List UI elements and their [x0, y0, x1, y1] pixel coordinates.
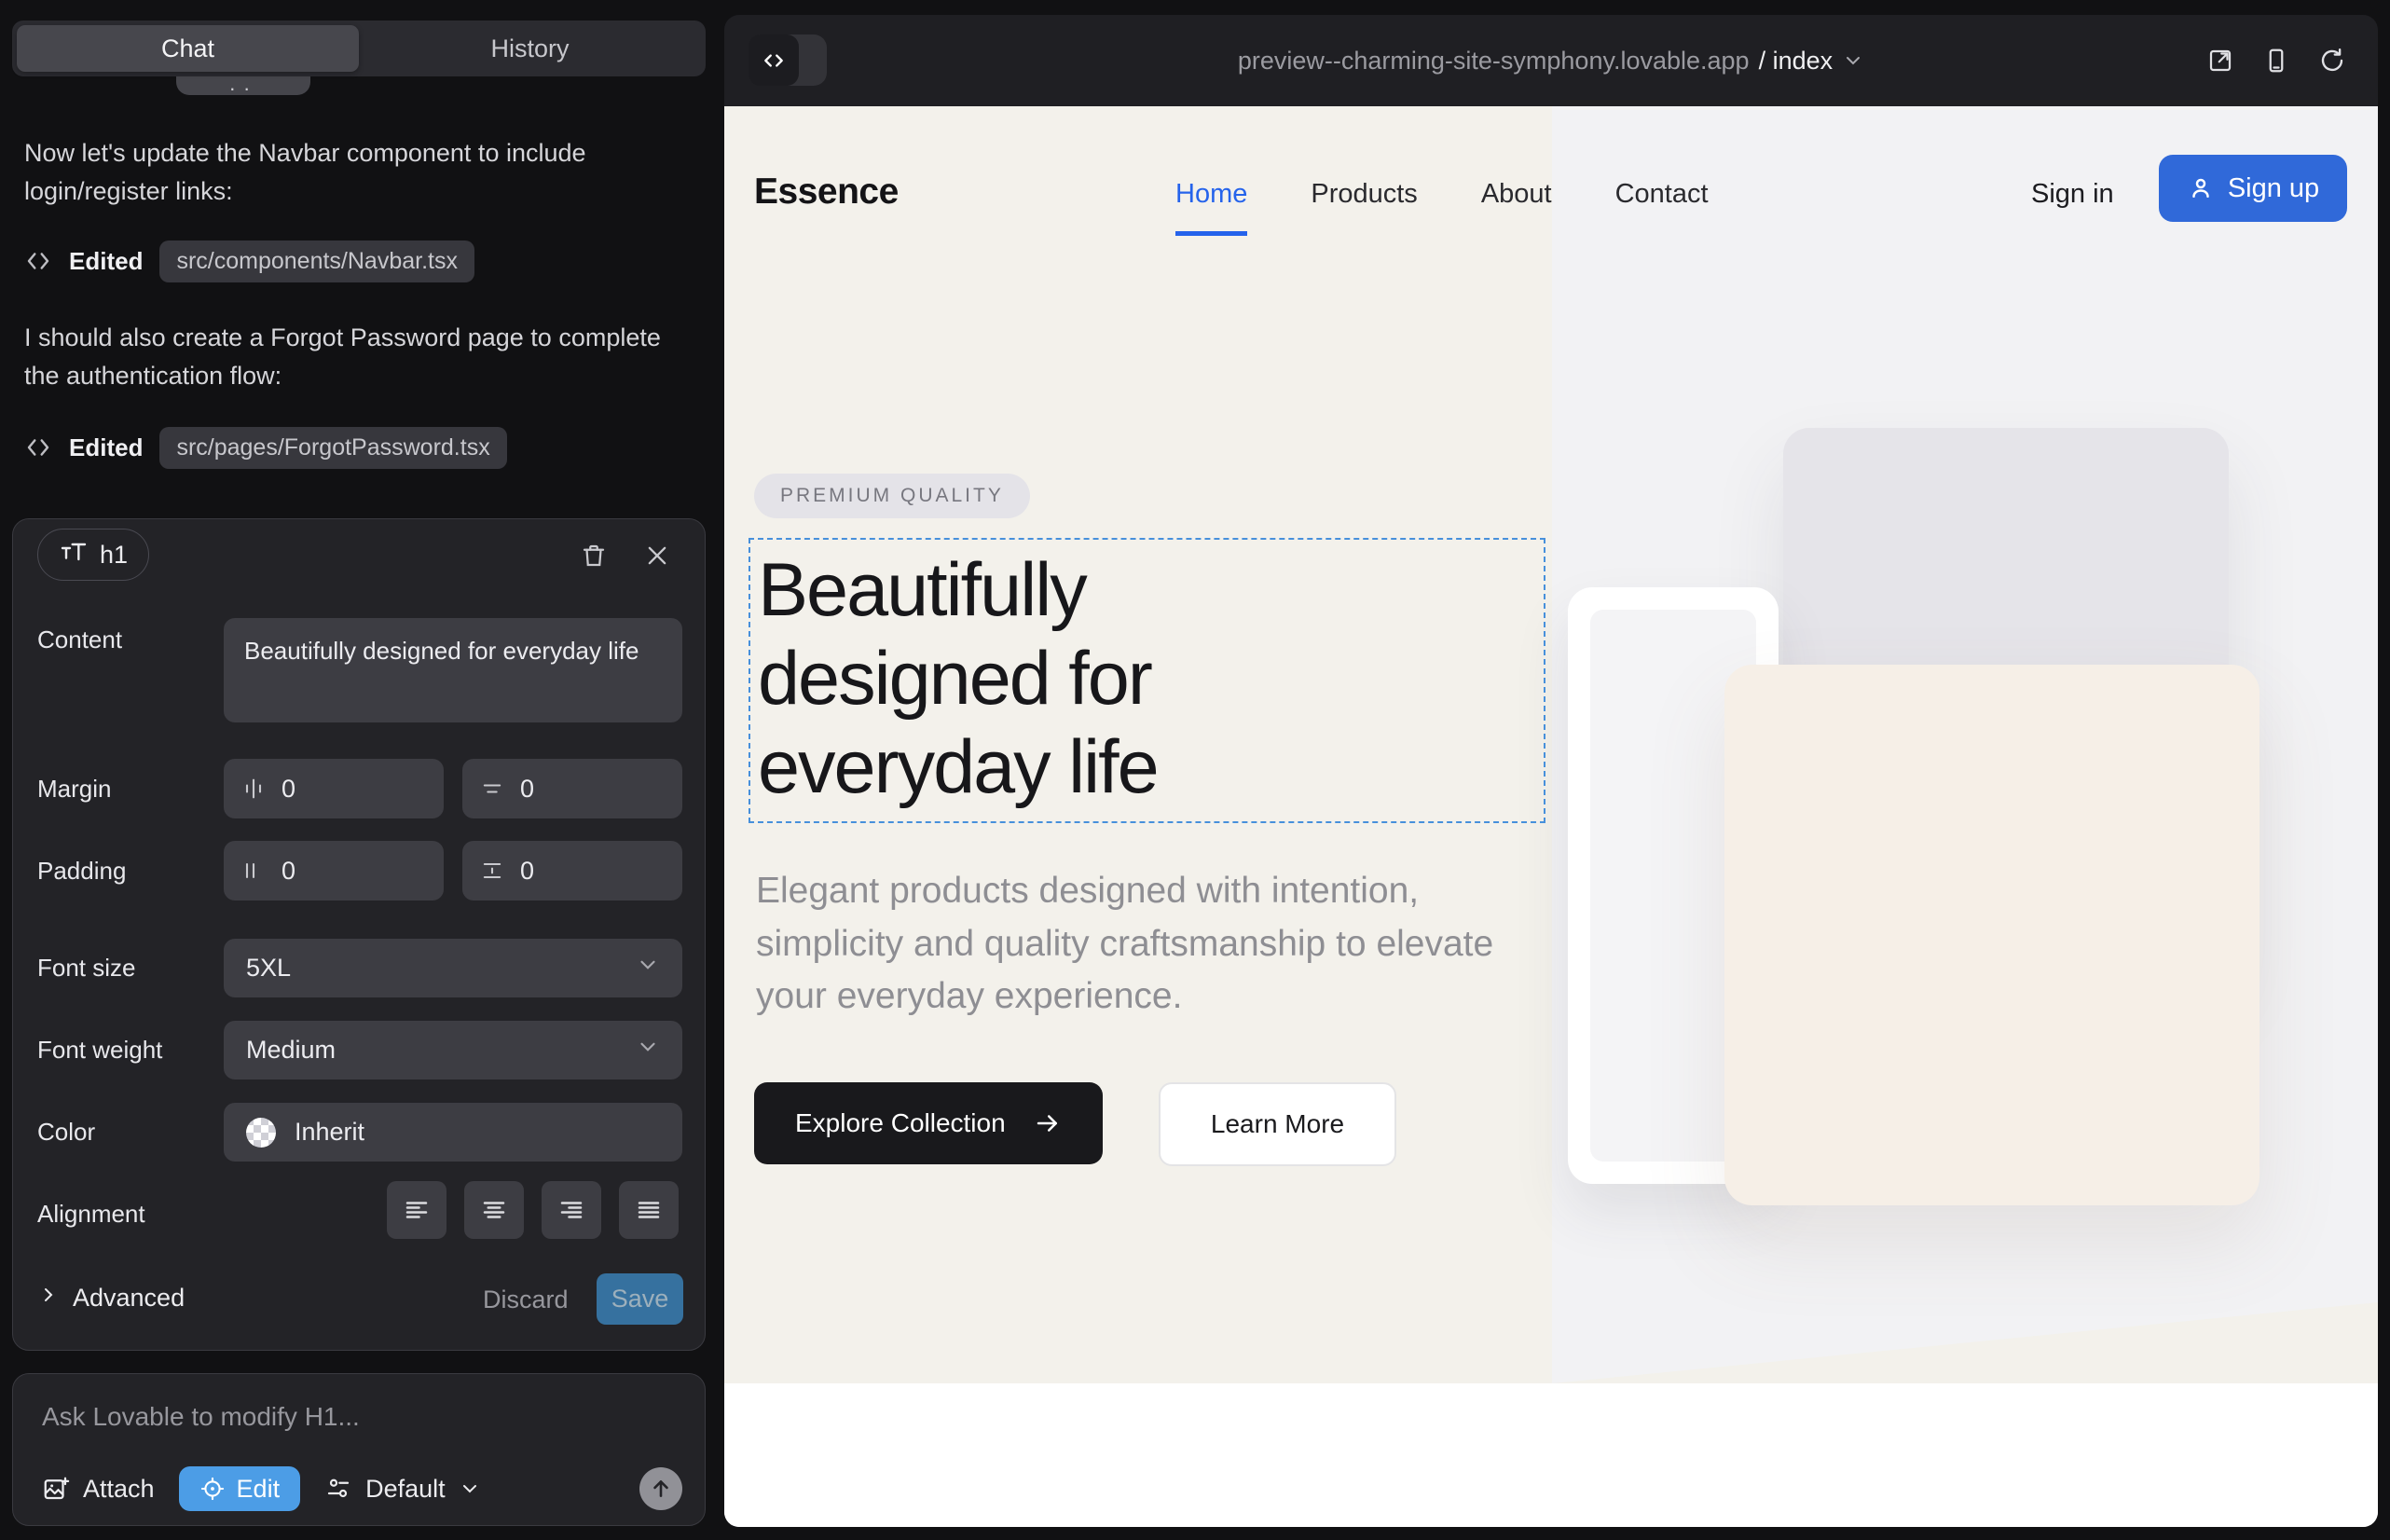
nav-link-home[interactable]: Home — [1175, 179, 1247, 210]
url-domain: preview--charming-site-symphony.lovable.… — [1238, 47, 1750, 76]
align-center-button[interactable] — [464, 1181, 524, 1239]
alignment-label: Alignment — [37, 1200, 145, 1229]
hero-card-cream — [1724, 665, 2260, 1205]
file-chip[interactable]: src/components/Navbar.tsx — [159, 241, 474, 282]
margin-label: Margin — [37, 775, 111, 804]
target-icon — [199, 1476, 226, 1502]
nav-link-contact[interactable]: Contact — [1615, 179, 1709, 210]
color-select[interactable]: Inherit — [224, 1103, 682, 1162]
site-nav-links: Home Products About Contact — [1175, 179, 1709, 210]
margin-y-icon — [479, 776, 505, 802]
advanced-toggle[interactable]: Advanced — [37, 1284, 185, 1313]
edit-mode-button[interactable]: Edit — [179, 1466, 301, 1511]
next-section — [724, 1383, 2378, 1527]
selected-element-chip[interactable]: h1 — [37, 529, 149, 581]
chevron-down-icon — [636, 1035, 660, 1066]
chevron-right-icon — [37, 1284, 60, 1313]
nav-link-about[interactable]: About — [1481, 179, 1552, 210]
prompt-input[interactable]: Ask Lovable to modify H1... — [42, 1402, 360, 1432]
chat-sidebar: ·· Chat History Now let's update the Nav… — [0, 0, 724, 1540]
code-icon — [24, 433, 52, 461]
align-justify-button[interactable] — [619, 1181, 679, 1239]
hero-section: Essence Home Products About Contact Sign… — [724, 106, 2378, 1383]
rendered-site: Essence Home Products About Contact Sign… — [724, 106, 2378, 1527]
signup-button[interactable]: Sign up — [2159, 155, 2347, 222]
arrow-up-icon — [649, 1477, 673, 1501]
sidebar-tabs: Chat History — [12, 21, 706, 76]
padding-x-input[interactable]: 0 — [224, 841, 444, 901]
url-breadcrumb[interactable]: preview--charming-site-symphony.lovable.… — [724, 15, 2378, 106]
ellipsis-icon: ·· — [229, 82, 258, 95]
padding-y-input[interactable]: 0 — [462, 841, 682, 901]
font-weight-label: Font weight — [37, 1036, 162, 1065]
hero-paragraph: Elegant products designed with intention… — [756, 865, 1502, 1024]
signin-link[interactable]: Sign in — [2031, 179, 2114, 210]
margin-x-icon — [240, 776, 267, 802]
user-icon — [2187, 174, 2215, 202]
chevron-down-icon — [636, 953, 660, 983]
color-label: Color — [37, 1118, 95, 1147]
code-icon — [24, 247, 52, 275]
margin-x-input[interactable]: 0 — [224, 759, 444, 818]
font-size-label: Font size — [37, 954, 136, 983]
file-chip[interactable]: src/pages/ForgotPassword.tsx — [159, 427, 506, 469]
delete-element-button[interactable] — [572, 534, 615, 577]
color-swatch — [246, 1118, 276, 1148]
font-weight-select[interactable]: Medium — [224, 1021, 682, 1079]
hero-badge: PREMIUM QUALITY — [754, 474, 1030, 518]
padding-label: Padding — [37, 857, 126, 886]
explore-collection-button[interactable]: Explore Collection — [754, 1082, 1103, 1164]
text-type-icon — [59, 537, 89, 573]
site-logo[interactable]: Essence — [754, 172, 899, 213]
hero-heading[interactable]: Beautifully designed for everyday life — [758, 546, 1158, 811]
font-size-select[interactable]: 5XL — [224, 939, 682, 997]
element-editor-panel: h1 Content Beautifully designed for ever… — [12, 518, 706, 1351]
discard-button[interactable]: Discard — [483, 1286, 569, 1314]
chevron-down-icon — [459, 1478, 481, 1500]
content-input[interactable]: Beautifully designed for everyday life — [224, 618, 682, 722]
edited-file-row: Edited src/components/Navbar.tsx — [24, 241, 474, 282]
arrow-right-icon — [1034, 1109, 1062, 1137]
open-external-icon[interactable] — [2206, 47, 2234, 75]
refresh-icon[interactable] — [2318, 47, 2346, 75]
model-default-select[interactable]: Default — [324, 1475, 481, 1504]
site-navbar: Essence Home Products About Contact Sign… — [724, 144, 2378, 255]
chat-message: I should also create a Forgot Password p… — [24, 319, 682, 394]
mobile-view-icon[interactable] — [2262, 47, 2290, 75]
padding-y-icon — [479, 858, 505, 884]
edited-label: Edited — [69, 433, 143, 462]
close-editor-button[interactable] — [636, 534, 679, 577]
prompt-composer[interactable]: Ask Lovable to modify H1... Attach Edit … — [12, 1373, 706, 1526]
padding-x-icon — [240, 858, 267, 884]
tab-chat[interactable]: Chat — [17, 25, 359, 72]
save-button[interactable]: Save — [597, 1273, 683, 1325]
alignment-group — [387, 1181, 679, 1239]
url-page: / index — [1759, 47, 1834, 76]
composer-toolbar: Attach Edit Default — [42, 1465, 682, 1512]
chat-message: Now let's update the Navbar component to… — [24, 134, 682, 210]
tab-history[interactable]: History — [359, 25, 701, 72]
element-tag-label: h1 — [100, 541, 128, 570]
content-label: Content — [37, 626, 122, 654]
sliders-icon — [324, 1475, 352, 1503]
edited-file-row: Edited src/pages/ForgotPassword.tsx — [24, 427, 507, 468]
align-right-button[interactable] — [542, 1181, 601, 1239]
preview-actions — [2206, 15, 2346, 106]
chevron-down-icon — [1842, 49, 1864, 72]
attach-button[interactable]: Attach — [42, 1475, 155, 1504]
send-button[interactable] — [639, 1467, 682, 1510]
align-left-button[interactable] — [387, 1181, 446, 1239]
margin-y-input[interactable]: 0 — [462, 759, 682, 818]
image-plus-icon — [42, 1475, 70, 1503]
learn-more-button[interactable]: Learn More — [1159, 1082, 1396, 1166]
nav-link-products[interactable]: Products — [1311, 179, 1417, 210]
edited-label: Edited — [69, 247, 143, 276]
preview-panel: preview--charming-site-symphony.lovable.… — [724, 15, 2378, 1527]
preview-toolbar: preview--charming-site-symphony.lovable.… — [724, 15, 2378, 106]
